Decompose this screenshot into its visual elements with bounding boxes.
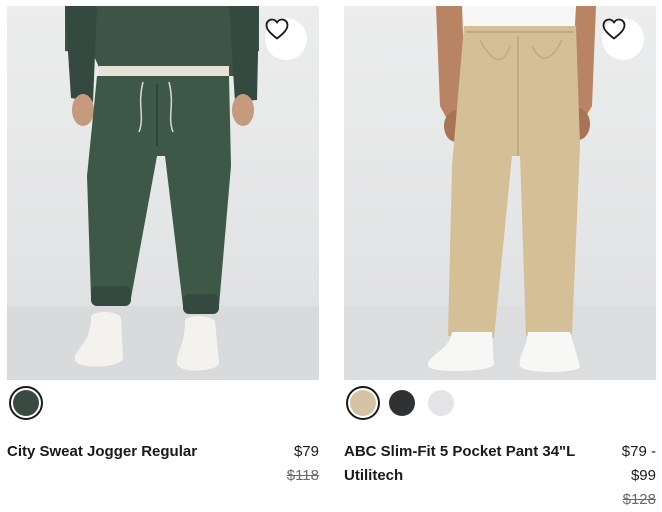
product-card[interactable]: City Sweat Jogger Regular $79 $118	[7, 0, 319, 512]
swatch-dot	[350, 390, 376, 416]
product-image[interactable]	[344, 6, 656, 380]
wishlist-button[interactable]	[602, 18, 644, 60]
color-swatch-black[interactable]	[385, 386, 419, 420]
heart-outline-icon	[602, 18, 626, 40]
price-range-from: $79 -	[621, 443, 656, 460]
original-price: $118	[286, 467, 319, 484]
price-range-to: $99	[630, 467, 656, 484]
color-swatch-green[interactable]	[9, 386, 43, 420]
product-card[interactable]: ABC Slim-Fit 5 Pocket Pant 34"L Utilitec…	[344, 0, 656, 512]
heart-outline-icon	[265, 18, 289, 40]
product-image[interactable]	[7, 6, 319, 380]
color-swatches	[346, 385, 458, 421]
swatch-dot	[428, 390, 454, 416]
product-info: City Sweat Jogger Regular $79 $118	[7, 440, 319, 488]
product-info: ABC Slim-Fit 5 Pocket Pant 34"L Utilitec…	[344, 440, 656, 512]
product-price: $79 - $99 $128	[622, 440, 656, 512]
product-price: $79 $118	[287, 440, 319, 488]
sale-price: $79	[293, 443, 319, 460]
product-title[interactable]: ABC Slim-Fit 5 Pocket Pant 34"L Utilitec…	[344, 440, 594, 512]
pant-illustration	[344, 6, 656, 380]
jogger-illustration	[7, 6, 319, 380]
product-title[interactable]: City Sweat Jogger Regular	[7, 440, 257, 488]
original-price: $128	[622, 491, 656, 508]
wishlist-button[interactable]	[265, 18, 307, 60]
swatch-dot	[389, 390, 415, 416]
color-swatches	[9, 385, 43, 421]
swatch-dot	[13, 390, 39, 416]
color-swatch-khaki[interactable]	[346, 386, 380, 420]
color-swatch-light-grey[interactable]	[424, 386, 458, 420]
